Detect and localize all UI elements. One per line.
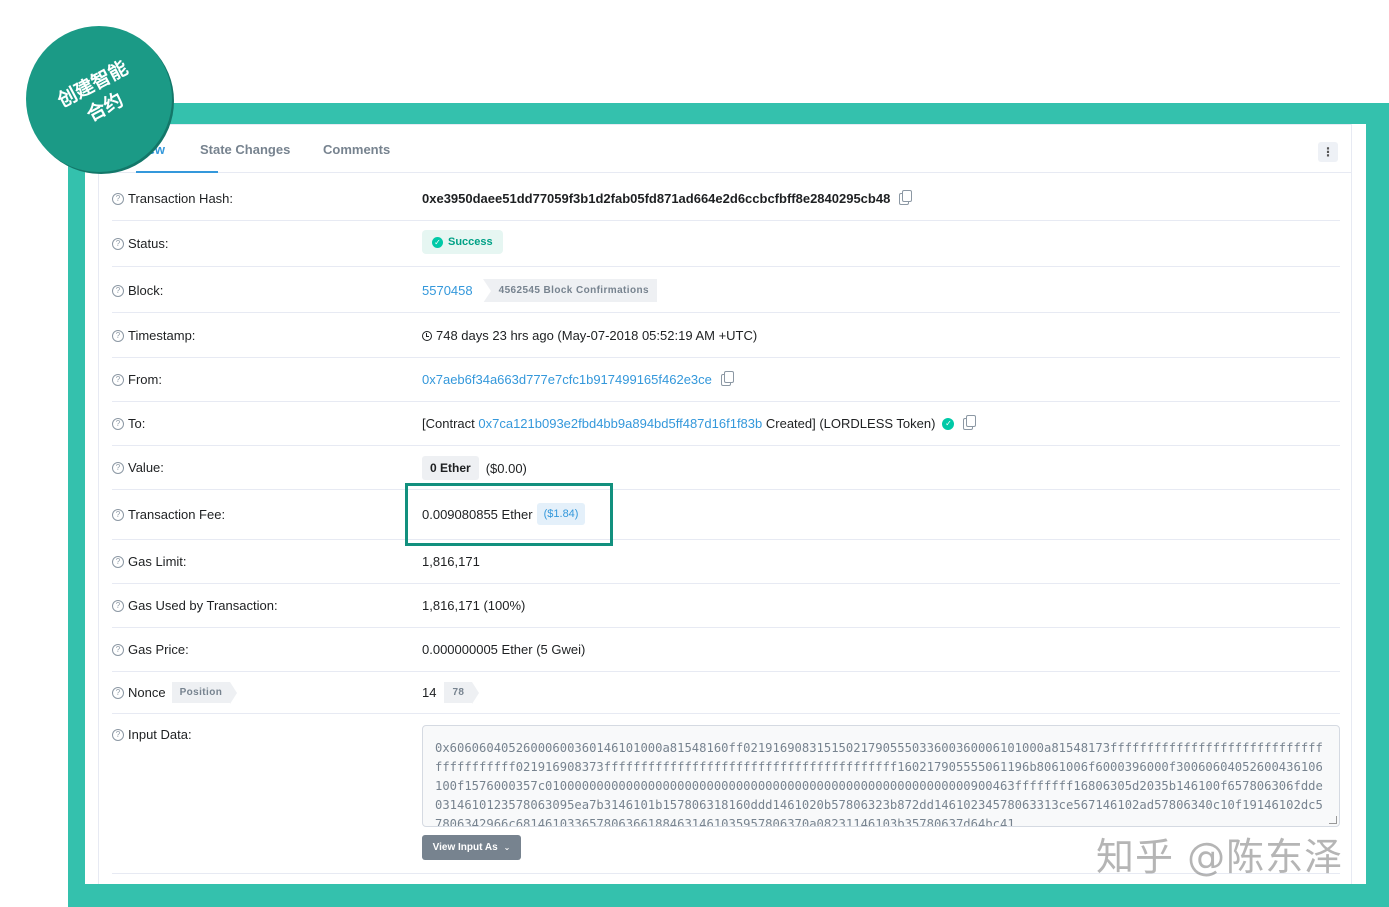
confirmations-badge: 4562545 Block Confirmations [482,279,657,303]
row-tx-hash: ? Transaction Hash: 0xe3950daee51dd77059f… [112,175,1340,221]
row-value: ? Value: 0 Ether ($0.00) [112,446,1340,490]
row-status: ? Status: ✓ Success [112,221,1340,267]
badge-text: 创建智能 合约 [54,56,132,127]
row-gas-limit: ? Gas Limit: 1,816,171 [112,540,1340,584]
help-icon[interactable]: ? [112,643,124,656]
label-gas-price: Gas Price: [128,642,189,657]
watermark: 知乎 @陈东泽 [1096,835,1344,879]
status-badge: ✓ Success [422,230,503,254]
help-icon[interactable]: ? [112,686,124,699]
block-number-link[interactable]: 5570458 [422,283,473,298]
label-nonce: Nonce [128,685,166,700]
clock-icon [422,330,432,341]
label-status: Status: [128,236,169,251]
label-from: From: [128,372,162,387]
to-prefix: [Contract [422,416,475,431]
copy-icon[interactable] [899,189,913,205]
help-icon[interactable]: ? [112,728,124,741]
help-icon[interactable]: ? [112,417,124,430]
row-fee: ? Transaction Fee: 0.009080855 Ether ($1.8… [112,490,1340,540]
label-fee: Transaction Fee: [128,507,226,522]
more-vertical-icon[interactable]: ⋮ [1318,142,1338,162]
row-gas-used: ? Gas Used by Transaction: 1,816,171 (100… [112,584,1340,628]
position-value: 78 [444,682,480,704]
resize-handle-icon[interactable] [1329,816,1337,824]
tab-comments[interactable]: Comments [323,142,390,157]
row-block: ? Block: 5570458 4562545 Block Confirmatio… [112,267,1340,313]
row-to: ? To: [Contract 0x7ca121b093e2fbd4bb9a894… [112,402,1340,446]
active-tab-indicator [136,171,218,173]
tab-state-changes[interactable]: State Changes [200,142,290,157]
help-icon[interactable]: ? [112,555,124,568]
label-input-data: Input Data: [128,727,192,742]
from-address-link[interactable]: 0x7aeb6f34a663d777e7cfc1b917499165f462e3… [422,372,712,387]
tx-hash-value: 0xe3950daee51dd77059f3b1d2fab05fd871ad66… [422,191,891,206]
label-to: To: [128,416,146,431]
gas-used-value: 1,816,171 (100%) [422,598,526,613]
help-icon[interactable]: ? [112,284,124,297]
copy-icon[interactable] [963,414,977,430]
verified-check-icon: ✓ [942,417,955,430]
value-usd: ($0.00) [485,460,527,476]
title-badge: 创建智能 合约 [26,26,172,172]
row-from: ? From: 0x7aeb6f34a663d777e7cfc1b91749916… [112,358,1340,402]
label-block: Block: [128,283,164,298]
input-data-value: 0x60606040526000600360146101000a81548160… [435,741,1323,827]
help-icon[interactable]: ? [112,237,124,250]
fee-highlight-box [405,483,613,546]
nonce-value: 14 [422,685,437,700]
label-timestamp: Timestamp: [128,328,196,343]
help-icon[interactable]: ? [112,599,124,612]
gas-price-value: 0.000000005 Ether (5 Gwei) [422,642,586,657]
row-gas-price: ? Gas Price: 0.000000005 Ether (5 Gwei) [112,628,1340,672]
label-gas-limit: Gas Limit: [128,554,187,569]
label-gas-used: Gas Used by Transaction: [128,598,278,613]
help-icon[interactable]: ? [112,508,124,521]
check-circle-icon: ✓ [432,236,443,248]
tab-bar: iew State Changes Comments ⋮ [98,126,1352,173]
help-icon[interactable]: ? [112,373,124,386]
timestamp-value: 748 days 23 hrs ago (May-07-2018 05:52:1… [436,328,758,343]
help-icon[interactable]: ? [112,461,124,474]
help-icon[interactable]: ? [112,329,124,342]
help-icon[interactable]: ? [112,192,124,205]
to-suffix: Created] (LORDLESS Token) [765,416,936,431]
chevron-down-icon: ⌄ [503,843,511,852]
label-value: Value: [128,460,164,475]
copy-icon[interactable] [720,370,734,386]
label-tx-hash: Transaction Hash: [128,191,234,206]
row-timestamp: ? Timestamp: 748 days 23 hrs ago (May-07-… [112,313,1340,358]
contract-address-link[interactable]: 0x7ca121b093e2fbd4bb9a894bd5ff487d16f1f8… [478,416,762,431]
gas-limit-value: 1,816,171 [422,554,480,569]
row-nonce: ? Nonce Position 14 78 [112,672,1340,714]
view-input-as-button[interactable]: View Input As ⌄ [422,835,521,860]
input-data-textarea[interactable]: 0x60606040526000600360146101000a81548160… [422,725,1340,827]
value-ether: 0 Ether [422,456,479,480]
position-tag: Position [171,682,237,704]
